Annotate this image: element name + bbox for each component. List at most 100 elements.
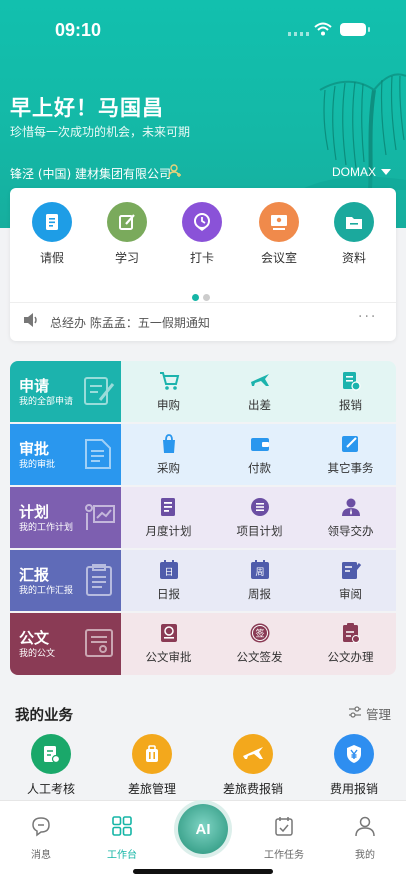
grid-item-label: 其它事务: [327, 461, 374, 475]
page-dot: [203, 294, 210, 301]
category-subtitle: 我的公文: [19, 649, 56, 659]
ai-assistant-button[interactable]: AI: [178, 804, 228, 854]
divider: [10, 302, 396, 303]
yen-shield-icon: [334, 734, 374, 774]
quick-item-meeting-room[interactable]: 会议室: [249, 202, 309, 266]
grid-item-label: 付款: [248, 461, 271, 475]
meeting-room-icon: [259, 202, 299, 242]
grid-item-other-affairs[interactable]: 其它事务: [305, 424, 396, 485]
presentation-icon: [85, 504, 115, 530]
tab-label: 我的: [355, 850, 375, 861]
workbench-icon: [112, 816, 132, 836]
grid-item-reimburse[interactable]: 报销: [305, 361, 396, 422]
grid-item-label: 审阅: [339, 587, 362, 601]
quick-item-clockin[interactable]: 打卡: [172, 202, 232, 266]
grid-item-document-approval[interactable]: 公文审批: [123, 613, 214, 674]
tab-profile[interactable]: 我的: [335, 815, 395, 861]
quick-item-files[interactable]: 资料: [324, 202, 384, 266]
quick-item-label: 会议室: [260, 251, 297, 265]
grid-item-label: 公文审批: [145, 650, 192, 664]
tab-work-tasks[interactable]: 工作任务: [254, 815, 314, 861]
grid-item-review[interactable]: 审阅: [305, 550, 396, 611]
tab-messages[interactable]: 消息: [11, 815, 71, 861]
company-name[interactable]: 锋泾 (中国) 建材集团有限公司: [10, 165, 171, 182]
greeting-motto: 珍惜每一次成功的机会，未来可期: [10, 125, 191, 139]
business-item-label: 差旅管理: [127, 782, 176, 796]
grid-item-business-trip[interactable]: 出差: [214, 361, 305, 422]
category-subtitle: 我的工作汇报: [19, 586, 74, 596]
battery-icon: [340, 23, 370, 36]
report-clipboard-icon: [86, 564, 112, 596]
grid-item-document-issue[interactable]: 签 公文签发: [214, 613, 305, 674]
reimburse-icon: [340, 370, 362, 392]
wallet-icon: [249, 433, 271, 455]
document-certificate-icon: [85, 629, 113, 657]
profile-icon: [355, 816, 375, 837]
category-subtitle: 我的工作计划: [19, 523, 74, 533]
manage-button[interactable]: 管理: [366, 704, 391, 723]
grid-item-document-handling[interactable]: 公文办理: [305, 613, 396, 674]
leave-doc-icon: [32, 202, 72, 242]
business-item-label: 费用报销: [329, 782, 378, 796]
doc-sign-icon: 签: [249, 622, 271, 644]
grid-item-label: 日报: [157, 587, 180, 601]
category-subtitle: 我的全部申请: [19, 397, 74, 407]
status-bar: 09:10: [0, 0, 406, 60]
grid-item-label: 领导交办: [327, 524, 374, 538]
category-approve[interactable]: 审批 我的审批: [10, 424, 121, 485]
grid-item-label: 月度计划: [145, 524, 192, 538]
svg-text:日: 日: [164, 567, 173, 578]
plane-icon: [249, 370, 271, 392]
leader-icon: [340, 496, 362, 518]
tab-workbench[interactable]: 工作台: [92, 815, 152, 861]
grid-item-payment[interactable]: 付款: [214, 424, 305, 485]
grid-item-label: 公文办理: [327, 650, 374, 664]
business-item-travel-management[interactable]: 差旅管理: [107, 734, 197, 797]
speaker-icon: [24, 313, 37, 327]
signal-icon: [288, 32, 310, 36]
luggage-icon: [132, 734, 172, 774]
plane-expense-icon: [233, 734, 273, 774]
quick-item-label: 学习: [114, 251, 139, 265]
grid-item-procurement[interactable]: 采购: [123, 424, 214, 485]
sliders-icon[interactable]: [348, 705, 362, 719]
assessment-icon: [31, 734, 71, 774]
svg-text:签: 签: [255, 628, 264, 640]
category-apply[interactable]: 申请 我的全部申请: [10, 361, 121, 422]
business-item-travel-expense[interactable]: 差旅费报销: [208, 734, 298, 797]
approve-doc-icon: [85, 439, 111, 469]
page-dot-active: [192, 294, 199, 301]
business-item-expense-reimburse[interactable]: 费用报销: [309, 734, 399, 797]
category-title: 汇报: [19, 566, 50, 584]
category-report[interactable]: 汇报 我的工作汇报: [10, 550, 121, 611]
grid-row-report: 汇报 我的工作汇报 日 日报 周 周报 审阅: [10, 550, 396, 611]
grid-item-daily-report[interactable]: 日 日报: [123, 550, 214, 611]
cart-icon: [158, 370, 180, 392]
monthly-plan-icon: [158, 496, 180, 518]
grid-item-label: 报销: [339, 398, 362, 412]
category-title: 申请: [19, 377, 50, 395]
grid-item-label: 周报: [248, 587, 271, 601]
grid-item-leader-assigned[interactable]: 领导交办: [305, 487, 396, 548]
chevron-down-icon[interactable]: [381, 169, 391, 175]
grid-item-label: 采购: [157, 461, 180, 475]
grid-item-monthly-plan[interactable]: 月度计划: [123, 487, 214, 548]
grid-item-label: 项目计划: [236, 524, 283, 538]
switch-user-icon[interactable]: [168, 164, 182, 178]
business-item-manual-assessment[interactable]: 人工考核: [6, 734, 96, 797]
more-icon[interactable]: ···: [358, 309, 377, 325]
quick-item-study[interactable]: 学习: [97, 202, 157, 266]
grid-item-project-plan[interactable]: 项目计划: [214, 487, 305, 548]
category-document[interactable]: 公文 我的公文: [10, 613, 121, 675]
folder-icon: [334, 202, 374, 242]
category-title: 公文: [19, 629, 50, 647]
home-indicator: [133, 869, 273, 874]
notice-text[interactable]: 总经办 陈孟孟：五一假期通知: [50, 314, 210, 331]
grid-item-purchase-request[interactable]: 申购: [123, 361, 214, 422]
grid-item-weekly-report[interactable]: 周 周报: [214, 550, 305, 611]
quick-item-leave[interactable]: 请假: [22, 202, 82, 266]
domain-selector[interactable]: DOMAX: [332, 165, 376, 179]
apply-form-icon: [84, 377, 115, 405]
quick-item-label: 打卡: [189, 251, 214, 265]
category-plan[interactable]: 计划 我的工作计划: [10, 487, 121, 548]
